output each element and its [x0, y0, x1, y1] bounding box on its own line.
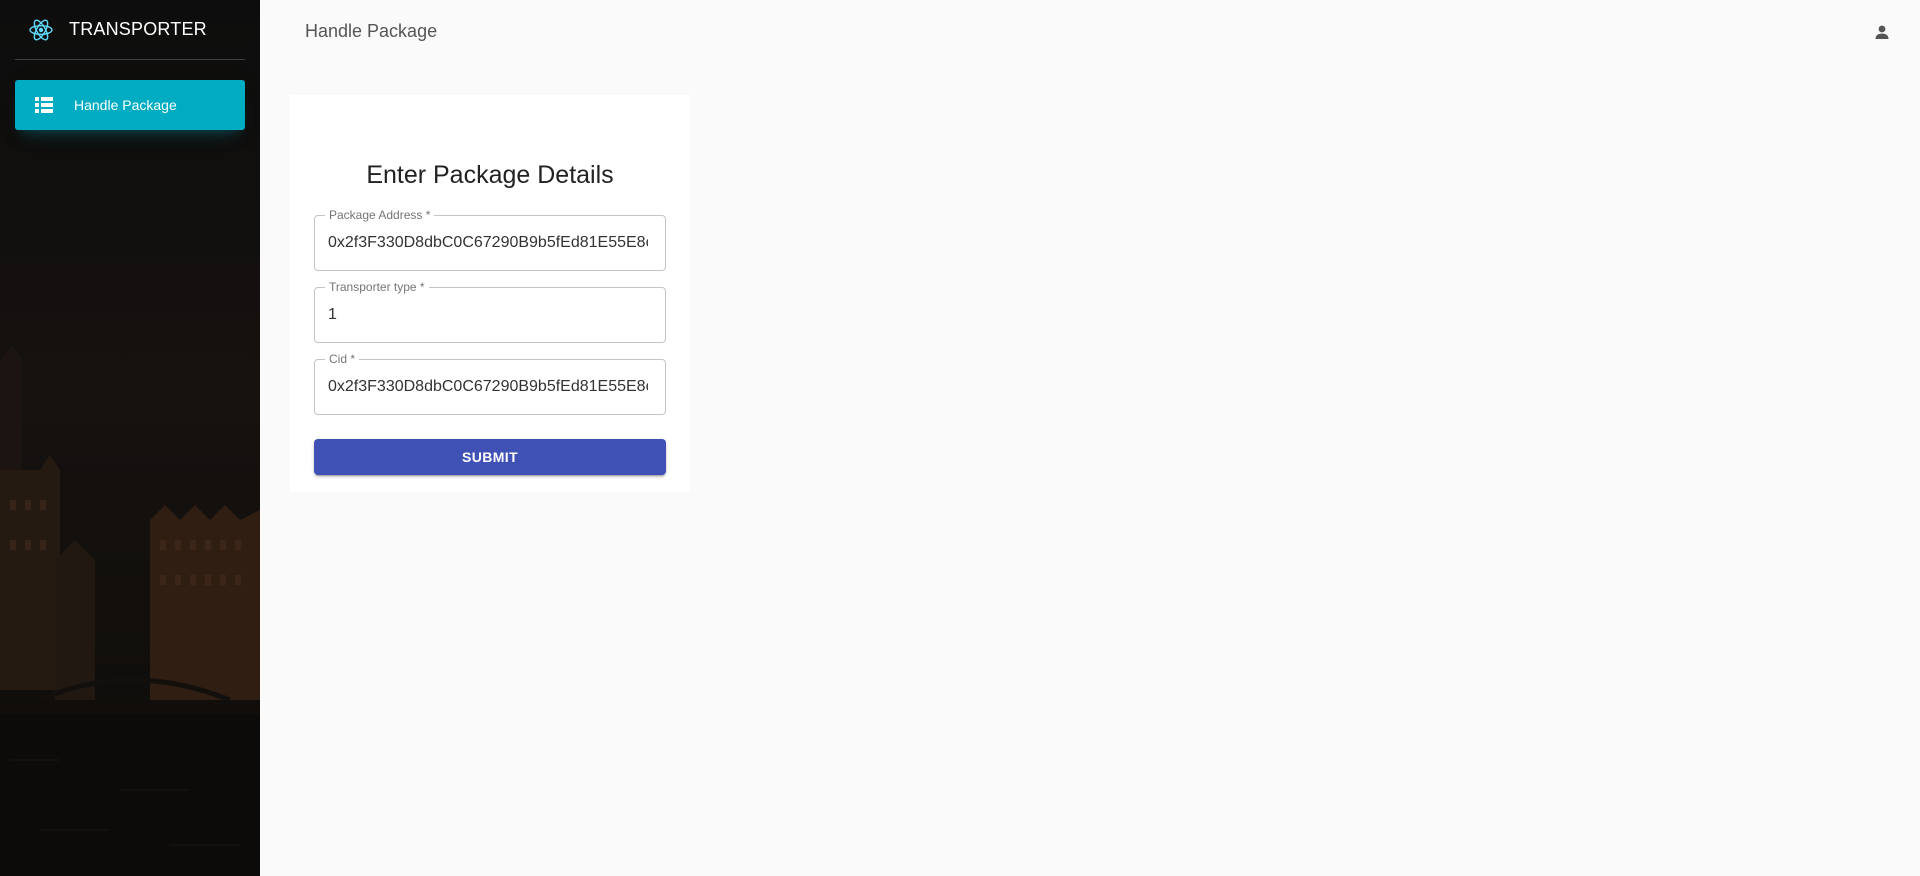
- cid-input[interactable]: [328, 360, 648, 414]
- profile-button[interactable]: [1870, 20, 1894, 44]
- transporter-type-input[interactable]: [328, 288, 648, 342]
- person-icon: [1875, 25, 1889, 39]
- sidebar: TRANSPORTER Handle Package: [0, 0, 260, 876]
- package-address-field[interactable]: Package Address *: [314, 208, 666, 271]
- sidebar-item-handle-package[interactable]: Handle Package: [15, 80, 245, 130]
- cid-field[interactable]: Cid *: [314, 352, 666, 415]
- submit-button[interactable]: SUBMIT: [314, 439, 666, 475]
- sidebar-background-image: [0, 0, 260, 876]
- list-icon: [32, 93, 56, 117]
- transporter-type-field[interactable]: Transporter type *: [314, 280, 666, 343]
- brand-title: TRANSPORTER: [69, 19, 207, 39]
- react-atom-icon: [27, 16, 55, 44]
- sidebar-item-label: Handle Package: [74, 97, 177, 113]
- package-details-card: Enter Package Details Package Address * …: [290, 95, 690, 492]
- form-title: Enter Package Details: [366, 161, 614, 189]
- package-address-input[interactable]: [328, 216, 648, 270]
- brand[interactable]: TRANSPORTER: [15, 0, 245, 60]
- top-header: Handle Package: [260, 0, 1920, 64]
- page-title: Handle Package: [305, 21, 438, 41]
